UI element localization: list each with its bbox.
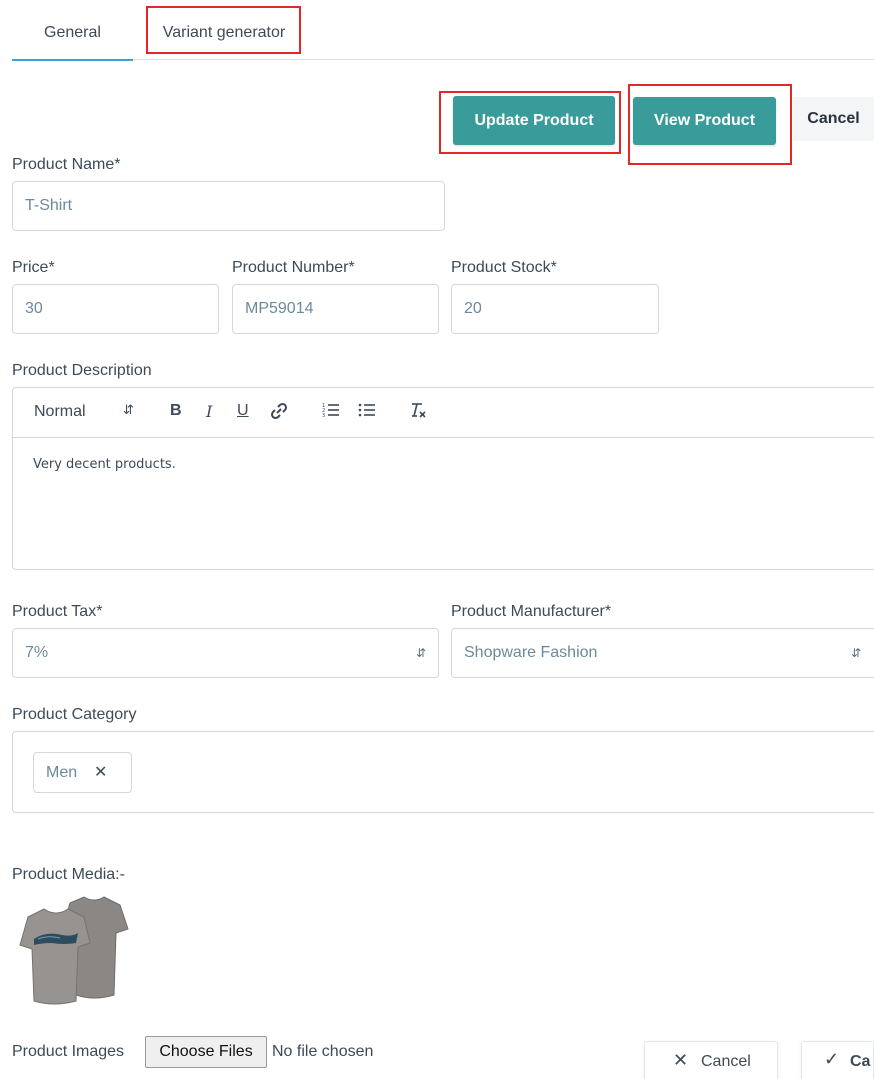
- category-chip-label: Men: [46, 764, 78, 781]
- price-input[interactable]: 30: [12, 284, 219, 334]
- remove-chip-icon[interactable]: ✕: [94, 753, 107, 793]
- product-manufacturer-label: Product Manufacturer*: [451, 603, 612, 620]
- select-arrow-icon: ⇵: [850, 646, 861, 660]
- file-status-text: No file chosen: [272, 1043, 374, 1060]
- tab-bar: General Variant generator: [12, 0, 874, 61]
- italic-icon[interactable]: I: [206, 402, 212, 421]
- product-manufacturer-value: Shopware Fashion: [464, 644, 598, 661]
- format-select[interactable]: Normal: [34, 403, 86, 421]
- format-select-arrow-icon[interactable]: ⇵: [123, 402, 134, 418]
- tab-variant-generator[interactable]: Variant generator: [145, 0, 303, 60]
- product-tax-select[interactable]: 7% ⇵: [12, 628, 439, 678]
- ordered-list-icon[interactable]: 123: [322, 402, 340, 423]
- clear-format-icon[interactable]: [409, 402, 427, 423]
- product-name-label: Product Name*: [12, 156, 121, 173]
- update-product-button[interactable]: Update Product: [453, 96, 615, 145]
- price-label: Price*: [12, 259, 55, 276]
- underline-icon[interactable]: U: [237, 402, 249, 420]
- product-number-label: Product Number*: [232, 259, 355, 276]
- product-description-label: Product Description: [12, 362, 152, 379]
- check-icon: ✓: [824, 1049, 840, 1069]
- tab-general[interactable]: General: [12, 0, 133, 61]
- footer-save-button[interactable]: ✓ Ca: [801, 1041, 874, 1079]
- product-tax-value: 7%: [25, 644, 49, 661]
- product-manufacturer-select[interactable]: Shopware Fashion ⇵: [451, 628, 874, 678]
- cancel-button[interactable]: Cancel: [793, 97, 874, 141]
- product-images-label: Product Images: [12, 1043, 125, 1060]
- product-category-label: Product Category: [12, 706, 137, 723]
- select-arrow-icon: ⇵: [415, 646, 426, 660]
- product-tax-label: Product Tax*: [12, 603, 103, 620]
- product-category-input[interactable]: Men ✕: [12, 731, 874, 813]
- description-editor: Normal ⇵ B I U 123 Very decent products.: [12, 387, 874, 570]
- view-product-button[interactable]: View Product: [633, 97, 776, 145]
- category-chip: Men ✕: [33, 752, 132, 793]
- choose-files-button[interactable]: Choose Files: [145, 1036, 267, 1068]
- close-icon: ✕: [673, 1050, 689, 1070]
- editor-toolbar: Normal ⇵ B I U 123: [13, 388, 874, 438]
- description-content[interactable]: Very decent products.: [33, 457, 176, 472]
- bullet-list-icon[interactable]: [358, 402, 376, 423]
- bold-icon[interactable]: B: [170, 402, 182, 420]
- link-icon[interactable]: [270, 402, 288, 425]
- product-media-label: Product Media:-: [12, 866, 125, 883]
- svg-text:3: 3: [322, 413, 325, 418]
- product-stock-input[interactable]: 20: [451, 284, 659, 334]
- footer-cancel-label: Cancel: [701, 1053, 751, 1070]
- product-stock-label: Product Stock*: [451, 259, 557, 276]
- product-media-thumbnail[interactable]: [16, 895, 130, 1005]
- footer-save-label: Ca: [850, 1053, 871, 1070]
- product-name-input[interactable]: T-Shirt: [12, 181, 445, 231]
- product-number-input[interactable]: MP59014: [232, 284, 439, 334]
- footer-cancel-button[interactable]: ✕ Cancel: [644, 1041, 778, 1079]
